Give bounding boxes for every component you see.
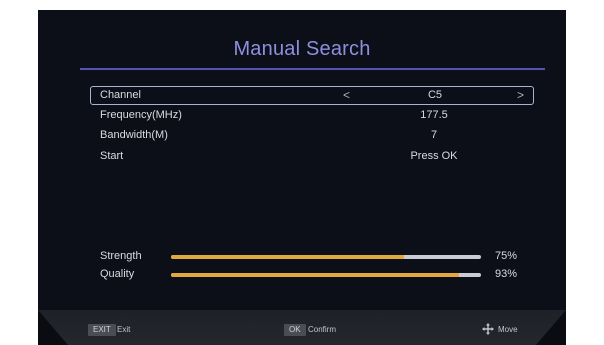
- footer-left-bevel: [38, 310, 68, 345]
- move-arrows-icon: [482, 323, 494, 335]
- title-divider: [80, 68, 545, 70]
- footer-hint-bar: EXIT Exit OK Confirm Move: [38, 310, 566, 345]
- strength-label: Strength: [100, 250, 142, 262]
- chevron-right-icon[interactable]: >: [517, 88, 524, 102]
- move-hint: Move: [498, 325, 518, 334]
- bandwidth-label: Bandwidth(M): [100, 129, 168, 141]
- page-title: Manual Search: [233, 38, 371, 60]
- bandwidth-row[interactable]: Bandwidth(M) 7: [90, 126, 534, 145]
- channel-value: C5: [427, 89, 443, 101]
- quality-bar-fill: [171, 273, 460, 277]
- frequency-value: 177.5: [420, 109, 448, 121]
- channel-row[interactable]: Channel < C5 >: [90, 86, 534, 105]
- chevron-left-icon[interactable]: <: [343, 88, 350, 102]
- quality-label: Quality: [100, 268, 135, 280]
- frequency-row[interactable]: Frequency(MHz) 177.5: [90, 106, 534, 125]
- footer-right-bevel: [536, 310, 566, 345]
- start-label: Start: [100, 150, 124, 162]
- manual-search-screen: Manual Search Channel < C5 > Frequency(M…: [38, 10, 566, 345]
- exit-key-badge[interactable]: EXIT: [88, 324, 116, 336]
- confirm-hint: Confirm: [308, 325, 337, 334]
- start-value: Press OK: [410, 150, 458, 162]
- strength-percent: 75%: [495, 250, 518, 262]
- ok-key-badge[interactable]: OK: [284, 324, 306, 336]
- channel-label: Channel: [100, 89, 141, 101]
- frequency-label: Frequency(MHz): [100, 109, 182, 121]
- exit-hint: Exit: [117, 325, 131, 334]
- quality-percent: 93%: [495, 268, 518, 280]
- quality-bar: [171, 273, 481, 277]
- strength-bar: [171, 255, 481, 259]
- strength-bar-fill: [171, 255, 404, 259]
- bandwidth-value: 7: [430, 129, 438, 141]
- start-row[interactable]: Start Press OK: [90, 147, 534, 166]
